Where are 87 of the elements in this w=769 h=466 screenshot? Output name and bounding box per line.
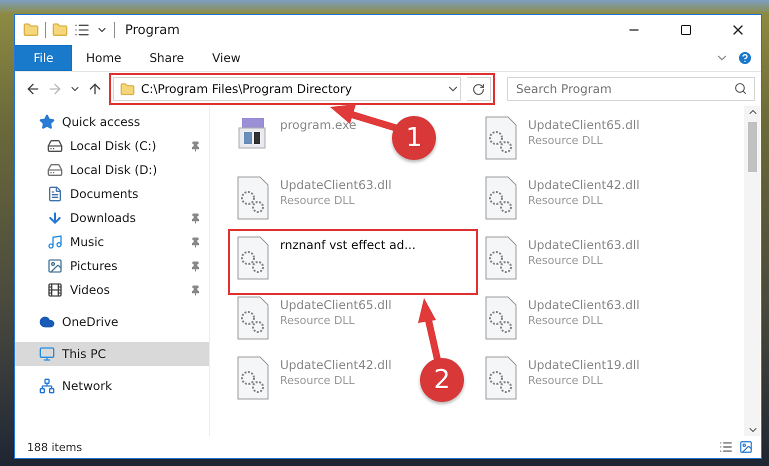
film-icon — [47, 282, 63, 298]
item-count: 188 items — [27, 440, 84, 454]
sidebar-item[interactable]: OneDrive — [15, 310, 209, 334]
file-name: UpdateClient42.dll — [528, 178, 640, 192]
sidebar-item[interactable]: Quick access — [15, 110, 209, 134]
ribbon-tab[interactable]: Home — [72, 45, 136, 71]
sidebar-item[interactable]: Network — [15, 374, 209, 398]
scroll-thumb[interactable] — [748, 122, 757, 172]
file-name: UpdateClient63.dll — [280, 178, 392, 192]
settings-file-icon — [236, 176, 270, 220]
file-type: Resource DLL — [528, 134, 604, 147]
address-field[interactable]: C:\Program Files\Program Directory — [113, 77, 461, 101]
file-type: Resource DLL — [528, 194, 604, 207]
address-path: C:\Program Files\Program Directory — [141, 82, 354, 96]
pin-icon — [190, 260, 201, 272]
drive-icon — [47, 138, 63, 154]
settings-file-icon — [236, 356, 270, 400]
search-field[interactable]: Search Program — [507, 77, 755, 101]
details-view-icon[interactable] — [719, 440, 733, 454]
picture-icon — [47, 258, 63, 274]
sidebar-item[interactable]: Downloads — [15, 206, 209, 230]
music-icon — [47, 234, 63, 250]
maximize-icon — [680, 24, 692, 36]
sidebar-label: Quick access — [62, 115, 142, 129]
file-name: UpdateClient65.dll — [280, 298, 392, 312]
settings-file-icon — [484, 236, 518, 280]
cloud-icon — [39, 314, 55, 330]
folder-icon — [120, 82, 135, 96]
file-type: Resource DLL — [280, 374, 356, 387]
file-item[interactable]: rnznanf vst effect ad... — [232, 232, 420, 280]
pin-icon — [190, 236, 201, 248]
sidebar-label: Music — [70, 235, 106, 249]
file-name: UpdateClient19.dll — [528, 358, 640, 372]
sidebar-item[interactable]: Documents — [15, 182, 209, 206]
download-icon — [47, 210, 63, 226]
window-title: Program — [125, 22, 181, 38]
refresh-icon — [472, 82, 485, 96]
monitor-icon — [39, 346, 55, 362]
sidebar-item[interactable]: Pictures — [15, 254, 209, 278]
sidebar-label: Downloads — [70, 211, 137, 225]
sidebar-item[interactable]: Local Disk (C:) — [15, 134, 209, 158]
network-icon — [39, 378, 55, 394]
settings-file-icon — [484, 176, 518, 220]
ribbon-tab[interactable]: Share — [135, 45, 198, 71]
sidebar-label: OneDrive — [62, 315, 120, 329]
pin-icon — [190, 284, 201, 296]
scrollbar[interactable] — [744, 106, 761, 436]
file-type: Resource DLL — [528, 314, 604, 327]
sidebar-label: Local Disk (D:) — [70, 163, 158, 177]
pin-icon — [190, 140, 201, 152]
pin-icon — [190, 212, 201, 224]
back-button[interactable] — [25, 81, 41, 97]
star-icon — [39, 114, 55, 130]
sidebar-item[interactable]: Local Disk (D:) — [15, 158, 209, 182]
ribbon-tab[interactable]: View — [198, 45, 255, 71]
document-icon — [47, 186, 63, 202]
settings-file-icon — [236, 236, 270, 280]
search-icon — [734, 82, 747, 95]
large-icons-view-icon[interactable] — [739, 440, 753, 454]
file-name: UpdateClient42.dll — [280, 358, 392, 372]
settings-file-icon — [484, 356, 518, 400]
sidebar-label: This PC — [62, 347, 107, 361]
settings-file-icon — [236, 296, 270, 340]
settings-file-icon — [484, 296, 518, 340]
sidebar-label: Network — [62, 379, 114, 393]
file-type: Resource DLL — [280, 194, 356, 207]
help-icon[interactable] — [737, 50, 753, 66]
refresh-button[interactable] — [467, 77, 491, 101]
file-name: program.exe — [280, 118, 356, 132]
file-name: UpdateClient65.dll — [528, 118, 640, 132]
sidebar-item[interactable]: Videos — [15, 278, 209, 302]
up-button[interactable] — [87, 81, 103, 97]
file-name: UpdateClient63.dll — [528, 298, 640, 312]
sidebar-item[interactable]: This PC — [15, 342, 209, 366]
file-tab[interactable]: File — [15, 45, 72, 71]
file-name: rnznanf vst effect ad... — [280, 238, 416, 252]
file-type: Resource DLL — [528, 374, 604, 387]
file-type: Resource DLL — [528, 254, 604, 267]
settings-file-icon — [484, 116, 518, 160]
sidebar-label: Documents — [70, 187, 140, 201]
sidebar-label: Videos — [70, 283, 111, 297]
drive-icon — [47, 162, 63, 178]
sidebar-label: Pictures — [70, 259, 119, 273]
sidebar-label: Local Disk (C:) — [70, 139, 158, 153]
sidebar-item[interactable]: Music — [15, 230, 209, 254]
file-name: UpdateClient63.dll — [528, 238, 640, 252]
file-type: Resource DLL — [280, 314, 356, 327]
